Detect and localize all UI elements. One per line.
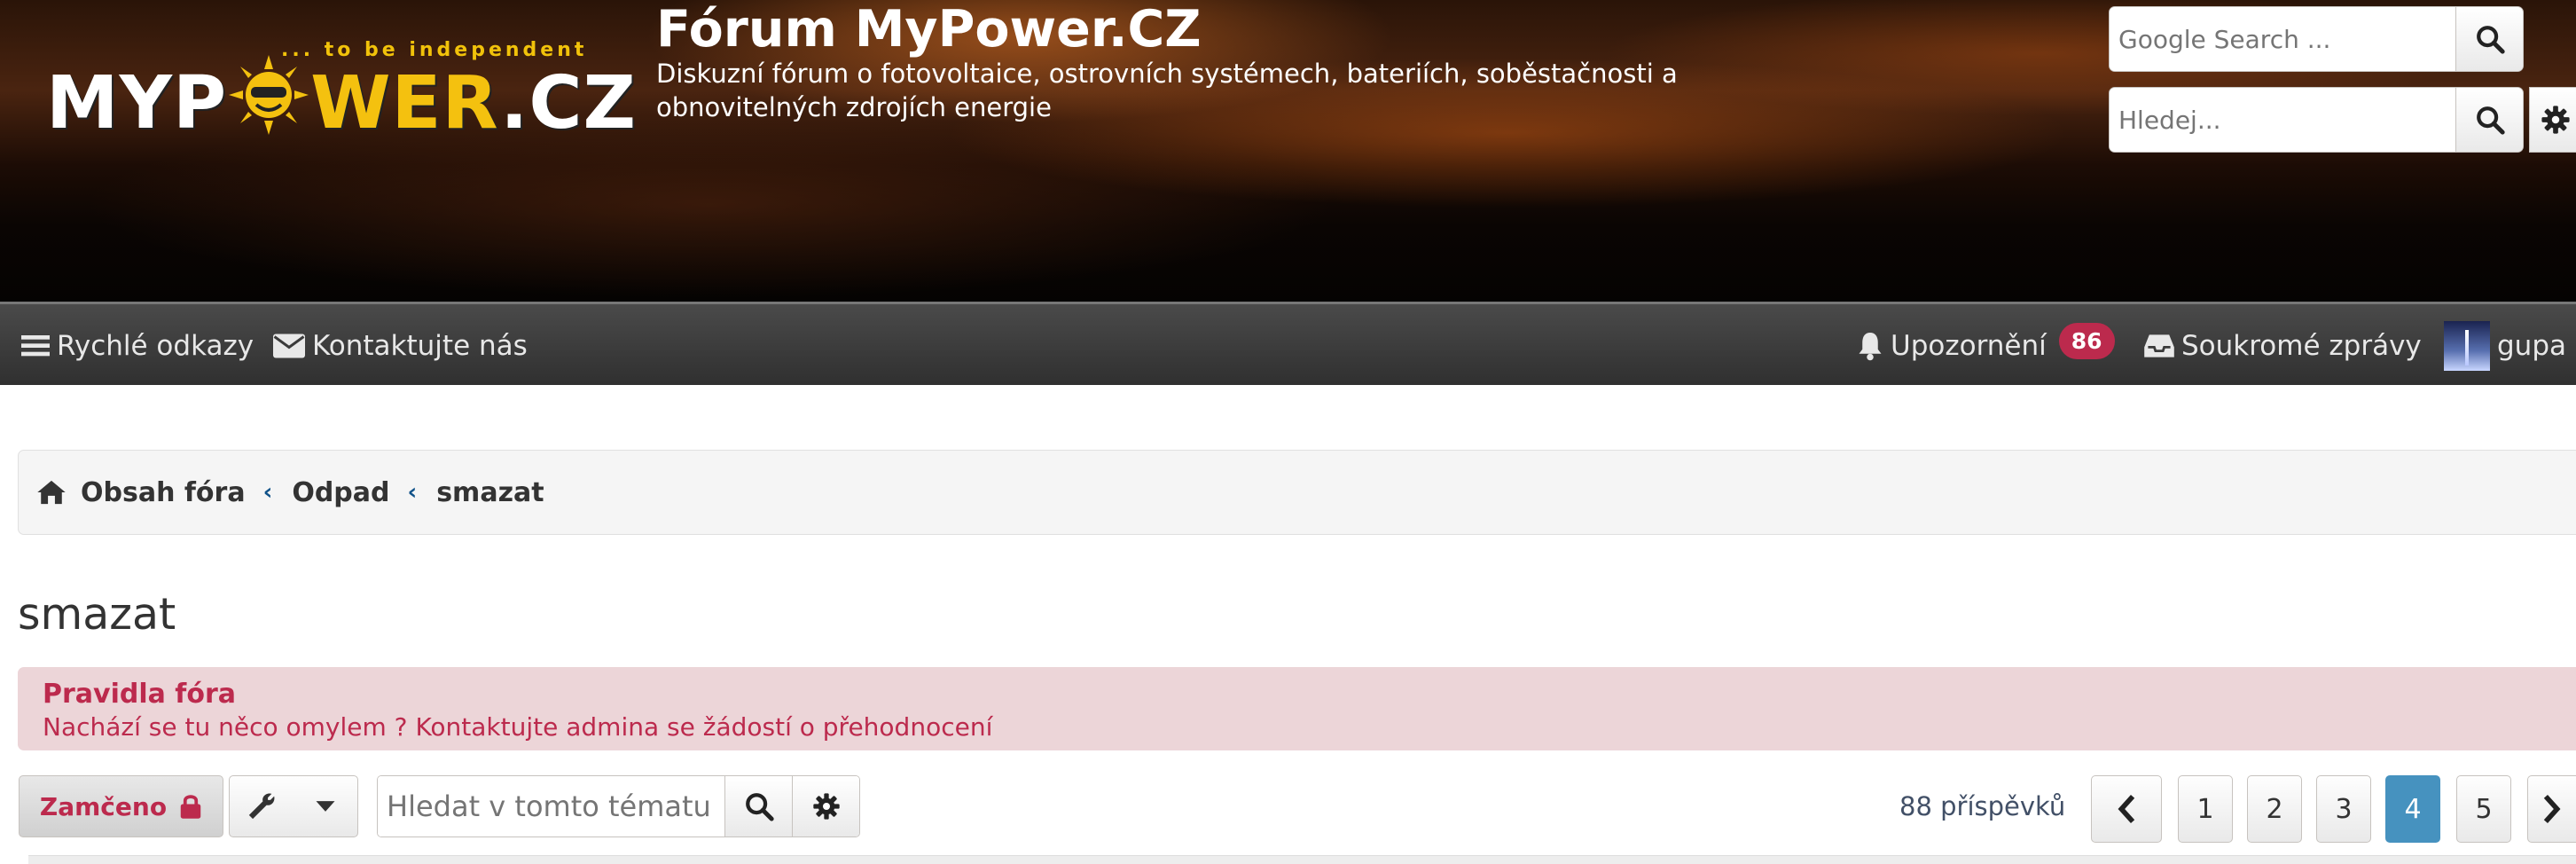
topic-tools-button[interactable]	[230, 776, 294, 837]
locked-label: Zamčeno	[39, 791, 168, 821]
site-header: ... to be independent MYP WER.CZ Fórum M…	[0, 0, 2576, 302]
forum-rules-box: Pravidla fóra Nachází se tu něco omylem …	[18, 667, 2576, 750]
forum-rules-text: Nachází se tu něco omylem ? Kontaktujte …	[43, 712, 993, 742]
topic-search-input[interactable]	[378, 776, 724, 837]
lock-icon	[180, 795, 201, 819]
notifications-label: Upozornění	[1891, 330, 2047, 362]
inbox-icon	[2144, 334, 2174, 357]
quick-links-menu[interactable]: Rychlé odkazy	[21, 304, 254, 388]
breadcrumb-label: smazat	[436, 476, 544, 508]
avatar	[2444, 321, 2490, 371]
site-search-input[interactable]	[2110, 88, 2455, 152]
main-navbar: Rychlé odkazy Kontaktujte nás Upozornění…	[0, 302, 2576, 385]
caret-down-icon	[316, 801, 335, 812]
home-icon	[37, 480, 66, 505]
page-title[interactable]: smazat	[18, 589, 176, 640]
gear-icon	[2541, 106, 2570, 134]
search-icon	[745, 793, 774, 821]
next-page-button[interactable]	[2527, 775, 2576, 843]
chevron-right-icon	[2543, 794, 2561, 824]
contact-link[interactable]: Kontaktujte nás	[273, 304, 528, 388]
topic-search-box	[377, 775, 860, 837]
menu-icon	[21, 335, 50, 357]
user-menu[interactable]: gupa	[2444, 304, 2566, 388]
post-list-top-edge	[28, 855, 2576, 864]
google-search-input[interactable]	[2110, 7, 2455, 71]
username-label: gupa	[2497, 330, 2566, 362]
contact-label: Kontaktujte nás	[312, 330, 528, 362]
previous-page-button[interactable]	[2091, 775, 2162, 843]
forum-rules-title: Pravidla fóra	[43, 679, 237, 710]
google-search-box	[2109, 6, 2524, 72]
search-icon	[2476, 106, 2505, 135]
quick-links-label: Rychlé odkazy	[57, 330, 254, 362]
page-link-4-current[interactable]: 4	[2385, 775, 2440, 843]
topic-tools-dropdown[interactable]	[229, 775, 358, 837]
breadcrumb-item-forum[interactable]: Odpad	[292, 477, 389, 508]
topic-advanced-search-button[interactable]	[792, 776, 859, 837]
logo-text-wer: WER	[310, 61, 501, 145]
page-link-3[interactable]: 3	[2316, 775, 2371, 843]
page-link-2[interactable]: 2	[2247, 775, 2302, 843]
breadcrumb-label: Obsah fóra	[81, 476, 246, 508]
breadcrumb-item-index[interactable]: Obsah fóra	[36, 477, 246, 508]
site-description: Diskuzní fórum o fotovoltaice, ostrovníc…	[656, 59, 1678, 122]
site-search-box	[2109, 87, 2524, 153]
search-icon	[2476, 26, 2505, 54]
breadcrumb: Obsah fóra ‹ Odpad ‹ smazat	[18, 450, 2576, 535]
site-title[interactable]: Fórum MyPower.CZ	[656, 0, 1202, 59]
site-logo[interactable]: ... to be independent MYP WER.CZ	[46, 39, 636, 145]
bell-icon	[1859, 333, 1882, 361]
sun-logo-icon	[229, 55, 309, 135]
notifications-count-badge: 86	[2058, 322, 2115, 359]
page-link-5[interactable]: 5	[2456, 775, 2511, 843]
wrench-icon	[248, 793, 275, 820]
post-count: 88 příspěvků	[1899, 791, 2066, 821]
envelope-icon	[273, 334, 305, 358]
breadcrumb-label: Odpad	[292, 476, 390, 508]
private-messages-label: Soukromé zprávy	[2181, 330, 2422, 362]
logo-wordmark: MYP WER.CZ	[46, 53, 637, 146]
chevron-left-icon: ‹	[262, 479, 273, 506]
site-search-button[interactable]	[2455, 88, 2523, 152]
topic-locked-button[interactable]: Zamčeno	[19, 775, 223, 837]
private-messages-link[interactable]: Soukromé zprávy	[2144, 304, 2422, 388]
logo-text-cz: .CZ	[500, 61, 638, 145]
chevron-left-icon: ‹	[407, 479, 418, 506]
logo-text-my: MYP	[46, 61, 228, 145]
topic-tools-toggle[interactable]	[294, 776, 357, 837]
google-search-button[interactable]	[2455, 7, 2523, 71]
notifications-link[interactable]: Upozornění 86	[1857, 304, 2115, 388]
breadcrumb-item-topic[interactable]: smazat	[436, 477, 544, 508]
gear-icon	[812, 793, 840, 820]
topic-search-button[interactable]	[724, 776, 792, 837]
page-link-1[interactable]: 1	[2178, 775, 2233, 843]
advanced-search-button[interactable]	[2529, 87, 2576, 153]
chevron-left-icon	[2118, 794, 2135, 824]
